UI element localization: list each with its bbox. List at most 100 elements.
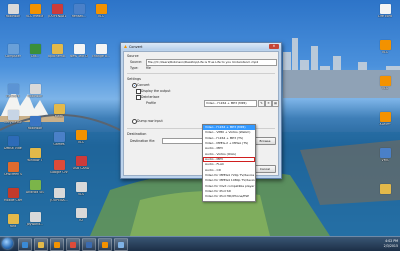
desktop-icon[interactable]: Debut Video Capture bbox=[4, 136, 22, 151]
shortcut-icon bbox=[379, 40, 391, 50]
desktop-icon[interactable]: change o... bbox=[92, 44, 110, 59]
desktop-icon[interactable]: VLC bbox=[376, 40, 394, 55]
desktop-icon-label: VLC media player bbox=[26, 15, 44, 18]
taskbar-app-button[interactable] bbox=[34, 238, 48, 251]
cancel-button[interactable]: Cancel bbox=[254, 165, 276, 173]
deinterlace-label: Deinterlace bbox=[141, 94, 160, 99]
profile-select[interactable]: Video - H.264 + MP3 (MP4) bbox=[204, 100, 257, 107]
profile-option[interactable]: Video - VP80 + Vorbis (Webm) bbox=[203, 130, 255, 135]
desktop-icon[interactable]: font bbox=[4, 214, 22, 229]
desktop-icon-label: V2 bbox=[78, 219, 84, 222]
desktop-icon[interactable]: VLC bbox=[72, 130, 90, 145]
type-value: file bbox=[146, 66, 151, 70]
taskbar: 4:02 PM 2/3/2015 bbox=[0, 236, 400, 251]
source-label: Source: bbox=[130, 60, 143, 64]
system-tray[interactable]: 4:02 PM 2/3/2015 bbox=[384, 237, 398, 253]
shortcut-icon bbox=[7, 110, 19, 120]
shortcut-icon bbox=[73, 44, 85, 54]
desktop-icon[interactable]: Meek bbox=[50, 104, 68, 119]
profile-option[interactable]: Video for iPod HD/iPhone/PSP bbox=[203, 194, 255, 199]
desktop-icon[interactable]: Recycle Bin bbox=[4, 110, 22, 125]
taskbar-app-button[interactable] bbox=[82, 238, 96, 251]
desktop-icon[interactable]: Robinson bbox=[26, 84, 44, 99]
shortcut-icon bbox=[75, 208, 87, 218]
profile-option[interactable]: Video for MPEG4 1080p TV/device bbox=[203, 178, 255, 183]
profile-label: Profile bbox=[146, 101, 156, 105]
desktop-icon-label: Rensec... bbox=[71, 15, 87, 18]
shortcut-icon bbox=[53, 188, 65, 198]
desktop-icon-label: Network bbox=[6, 95, 20, 98]
desktop-icon[interactable]: VLC bbox=[92, 4, 110, 19]
shortcut-icon bbox=[7, 4, 19, 14]
shortcut-icon bbox=[7, 44, 19, 54]
shortcut-icon bbox=[7, 84, 19, 94]
desktop-icon[interactable]: joyworld... bbox=[26, 212, 44, 227]
desktop-icon[interactable]: Games bbox=[50, 132, 68, 147]
desktop-icon[interactable]: VMS bbox=[376, 148, 394, 163]
shortcut-icon bbox=[7, 188, 19, 198]
desktop-icon[interactable]: XAMPP bbox=[376, 112, 394, 127]
vlc-icon bbox=[102, 241, 108, 248]
profile-dropdown-list[interactable]: Video - H.264 + MP3 (MP4) Video - VP80 + … bbox=[202, 124, 256, 202]
desktop-icon[interactable]: V2 bbox=[72, 208, 90, 223]
desktop-icon[interactable]: JOUPENA812 bbox=[48, 4, 66, 19]
shortcut-icon bbox=[7, 214, 19, 224]
desktop-icon-label: Robinson bbox=[27, 95, 43, 98]
vlc-cone-icon bbox=[124, 45, 127, 48]
desktop-icon[interactable]: Rensec... bbox=[70, 4, 88, 19]
shortcut-icon bbox=[379, 76, 391, 86]
desktop-icon[interactable]: apachemo... bbox=[48, 44, 66, 59]
desktop-icon[interactable]: window 7 bbox=[26, 148, 44, 163]
destination-section-label: Destination bbox=[127, 132, 147, 136]
browse-button[interactable]: Browse bbox=[254, 136, 276, 145]
desktop-icon[interactable]: JOUPENA... bbox=[50, 188, 68, 203]
shortcut-icon bbox=[29, 180, 41, 190]
new-profile-icon[interactable]: ▤ bbox=[272, 100, 279, 107]
desktop-icon[interactable]: Robinson bbox=[26, 116, 44, 131]
desktop-icon[interactable]: Life cont bbox=[376, 4, 394, 19]
desktop-icon[interactable]: Android Studio bbox=[26, 180, 44, 195]
desktop-icon-label: font bbox=[9, 225, 17, 228]
desktop-icon[interactable]: Network bbox=[4, 84, 22, 99]
clock-time: 4:02 PM bbox=[385, 239, 398, 243]
close-icon[interactable]: ✕ bbox=[269, 44, 279, 49]
desktop-icon[interactable]: Google Chrome bbox=[50, 160, 68, 175]
dialog-titlebar[interactable]: Convert ✕ bbox=[121, 43, 281, 50]
desktop-icon-label: XAMPP bbox=[379, 123, 391, 126]
desktop-icon[interactable]: Robinson bbox=[4, 4, 22, 19]
desktop-icon-label: window 7 bbox=[27, 159, 43, 162]
desktop-icon-label: Onscreen Scree... bbox=[4, 173, 22, 176]
desktop-icon[interactable]: Mobile Camera bbox=[4, 188, 22, 203]
desktop-icon[interactable]: Computer bbox=[4, 44, 22, 59]
desktop-icon[interactable]: USB CARD bbox=[72, 156, 90, 171]
convert-dialog: Convert ✕ Source Source: file:///C:/User… bbox=[120, 42, 282, 202]
edit-profile-icon[interactable]: ✎ bbox=[258, 100, 265, 107]
desktop-icon[interactable]: Cnt... bbox=[26, 44, 44, 59]
convert-label: Convert bbox=[137, 82, 150, 87]
settings-section-label: Settings bbox=[127, 77, 141, 81]
desktop-icon[interactable]: New Text Documents bbox=[70, 44, 88, 59]
desktop-icon-label: VLC bbox=[77, 141, 85, 144]
taskbar-app-button[interactable] bbox=[50, 238, 64, 251]
desktop-icon[interactable] bbox=[376, 184, 394, 195]
source-field[interactable]: file:///C:/Users/Robinson/Desktop/Life i… bbox=[146, 59, 277, 66]
shortcut-icon bbox=[29, 212, 41, 222]
taskbar-app-button[interactable] bbox=[18, 238, 32, 251]
taskbar-app-button[interactable] bbox=[114, 238, 128, 251]
desktop-icon[interactable]: VLS bbox=[72, 182, 90, 197]
desktop-icon[interactable]: VLC bbox=[376, 76, 394, 91]
start-button[interactable] bbox=[2, 238, 13, 249]
shortcut-icon bbox=[29, 44, 41, 54]
desktop-icon-label: VLC bbox=[381, 51, 389, 54]
desktop-icon[interactable]: Onscreen Scree... bbox=[4, 162, 22, 177]
vlc-icon bbox=[54, 241, 60, 248]
shortcut-icon bbox=[29, 84, 41, 94]
desktop-icon-label: Computer bbox=[5, 55, 21, 58]
shortcut-icon bbox=[379, 184, 391, 194]
taskbar-app-button[interactable] bbox=[98, 238, 112, 251]
taskbar-app-button[interactable] bbox=[66, 238, 80, 251]
shortcut-icon bbox=[7, 136, 19, 146]
photo-icon bbox=[118, 241, 124, 248]
desktop-icon[interactable]: VLC media player bbox=[26, 4, 44, 19]
delete-profile-icon[interactable]: ✕ bbox=[265, 100, 272, 107]
